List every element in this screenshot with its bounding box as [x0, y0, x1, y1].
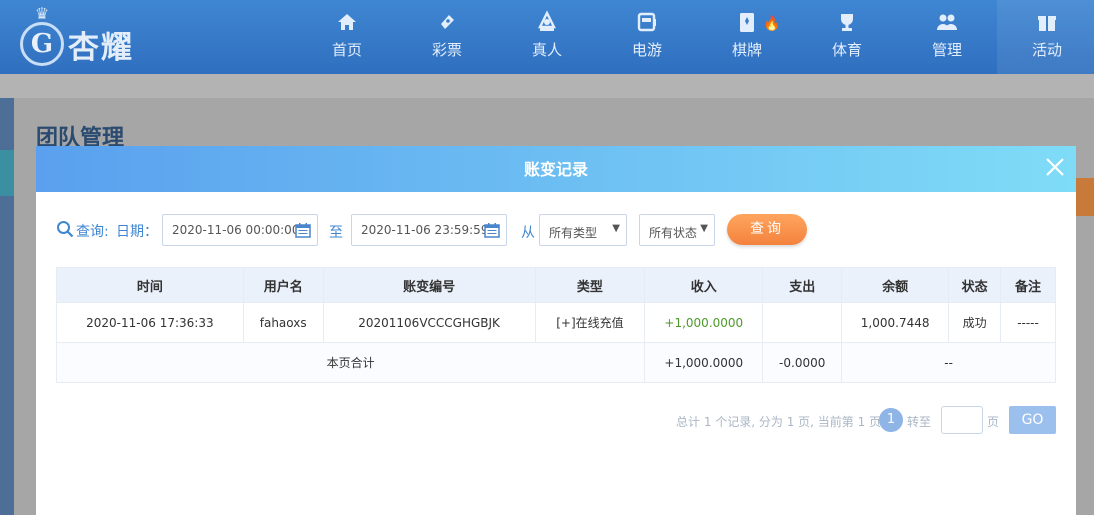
- dropdown-arrow-icon: ▼: [612, 223, 620, 234]
- start-date-input[interactable]: 2020-11-06 00:00:00: [162, 214, 318, 246]
- transaction-modal: 账变记录 查询: 日期： 2020-11-06 00:00:00 至 2020-…: [36, 146, 1076, 515]
- column-header: 支出: [762, 267, 843, 303]
- lottery-icon: [441, 15, 454, 29]
- nav-manage[interactable]: 管理: [897, 0, 997, 74]
- gift-icon: [1038, 16, 1056, 31]
- status-select[interactable]: 所有状态 ▼: [639, 214, 715, 246]
- cell-username: fahaoxs: [242, 302, 324, 343]
- cell-expense: [762, 302, 843, 343]
- column-header: 状态: [948, 267, 1002, 303]
- type-select[interactable]: 所有类型 ▼: [539, 214, 627, 246]
- summary-label: 本页合计: [55, 342, 646, 383]
- cards-icon: [740, 13, 754, 32]
- users-icon: [937, 14, 957, 30]
- cell-type: [+]在线充值: [534, 302, 646, 343]
- nav-live[interactable]: 真人: [497, 0, 597, 74]
- nav-label: 电游: [631, 41, 662, 59]
- transaction-table: 时间 用户名 账变编号 类型 收入 支出 余额 状态 备注 2020-11-06…: [55, 267, 1056, 383]
- goto-page-input[interactable]: [941, 406, 983, 434]
- modal-title: 账变记录: [523, 160, 588, 179]
- top-nav: ♛ G 杏耀 首页 彩票 真人 电游 🔥 棋牌 体育 管理 活动: [0, 0, 1094, 74]
- query-button[interactable]: 查询: [727, 214, 807, 245]
- end-date-input[interactable]: 2020-11-06 23:59:59: [351, 214, 507, 246]
- cell-time: 2020-11-06 17:36:33: [56, 302, 244, 343]
- table-row: 2020-11-06 17:36:33 fahaoxs 20201106VCCC…: [56, 302, 1056, 343]
- trophy-icon: [841, 14, 853, 31]
- logo-mark: G: [20, 22, 64, 66]
- cell-status: 成功: [948, 302, 1002, 343]
- table-header-row: 时间 用户名 账变编号 类型 收入 支出 余额 状态 备注: [56, 267, 1056, 303]
- nav-label: 管理: [931, 41, 962, 59]
- calendar-icon[interactable]: [295, 222, 311, 238]
- hot-flame-icon: 🔥: [763, 16, 781, 32]
- from-label: 从: [521, 225, 535, 241]
- search-icon: [57, 221, 74, 238]
- dropdown-arrow-icon: ▼: [700, 223, 708, 234]
- live-dealer-icon: [538, 10, 556, 31]
- nav-slots[interactable]: 电游: [597, 0, 697, 74]
- column-header: 时间: [56, 267, 244, 303]
- summary-row: 本页合计 +1,000.0000 -0.0000 --: [55, 342, 1056, 383]
- logo-text: 杏耀: [68, 30, 134, 66]
- to-label: 至: [329, 225, 343, 241]
- nav-label: 彩票: [431, 41, 462, 59]
- nav-home[interactable]: 首页: [297, 0, 397, 74]
- cell-balance: 1,000.7448: [841, 302, 950, 343]
- nav-lottery[interactable]: 彩票: [397, 0, 497, 74]
- logo[interactable]: ♛ G 杏耀: [16, 4, 166, 70]
- nav-cards[interactable]: 🔥 棋牌: [697, 0, 797, 74]
- calendar-icon[interactable]: [484, 222, 500, 238]
- nav-promotions[interactable]: 活动: [997, 0, 1094, 74]
- nav-label: 活动: [1031, 41, 1062, 59]
- nav-label: 体育: [831, 41, 862, 59]
- start-date-value: 2020-11-06 00:00:00: [172, 223, 300, 237]
- go-button[interactable]: GO: [1009, 406, 1056, 434]
- status-select-value: 所有状态: [649, 226, 698, 240]
- sidebar-active-item: [0, 150, 14, 196]
- date-label: 日期：: [116, 224, 158, 240]
- pagination: 总计 1 个记录, 分为 1 页, 当前第 1 页 1 转至 页 GO: [676, 405, 1056, 435]
- crown-icon: ♛: [34, 4, 50, 23]
- home-icon: [338, 14, 356, 30]
- cell-remark: -----: [1000, 302, 1056, 343]
- slot-machine-icon: [637, 12, 656, 32]
- column-header: 账变编号: [322, 267, 536, 303]
- close-icon[interactable]: [1044, 156, 1066, 178]
- summary-income: +1,000.0000: [644, 342, 764, 383]
- side-tab-orange: [1076, 178, 1094, 216]
- filter-bar: 查询: 日期： 2020-11-06 00:00:00 至 2020-11-06…: [56, 214, 1056, 246]
- goto-label: 转至: [907, 415, 932, 429]
- sub-bar: [0, 74, 1094, 98]
- column-header: 用户名: [242, 267, 324, 303]
- query-label: 查询:: [76, 224, 109, 240]
- type-select-value: 所有类型: [549, 226, 598, 240]
- modal-header: 账变记录: [36, 146, 1076, 192]
- nav-label: 棋牌: [731, 41, 762, 59]
- summary-expense: -0.0000: [762, 342, 843, 383]
- end-date-value: 2020-11-06 23:59:59: [361, 223, 489, 237]
- column-header: 余额: [841, 267, 950, 303]
- nav-label: 首页: [331, 41, 362, 59]
- cell-income: +1,000.0000: [644, 302, 764, 343]
- pagination-info: 总计 1 个记录, 分为 1 页, 当前第 1 页: [676, 415, 882, 429]
- page-unit-label: 页: [987, 415, 1000, 429]
- summary-rest: --: [841, 342, 1056, 383]
- column-header: 类型: [534, 267, 646, 303]
- cell-transaction-id: 20201106VCCCGHGBJK: [322, 302, 536, 343]
- nav-label: 真人: [531, 41, 562, 59]
- nav-sports[interactable]: 体育: [797, 0, 897, 74]
- page-button-current[interactable]: 1: [879, 408, 903, 432]
- column-header: 收入: [644, 267, 764, 303]
- side-link: [1076, 348, 1094, 372]
- column-header: 备注: [1000, 267, 1056, 303]
